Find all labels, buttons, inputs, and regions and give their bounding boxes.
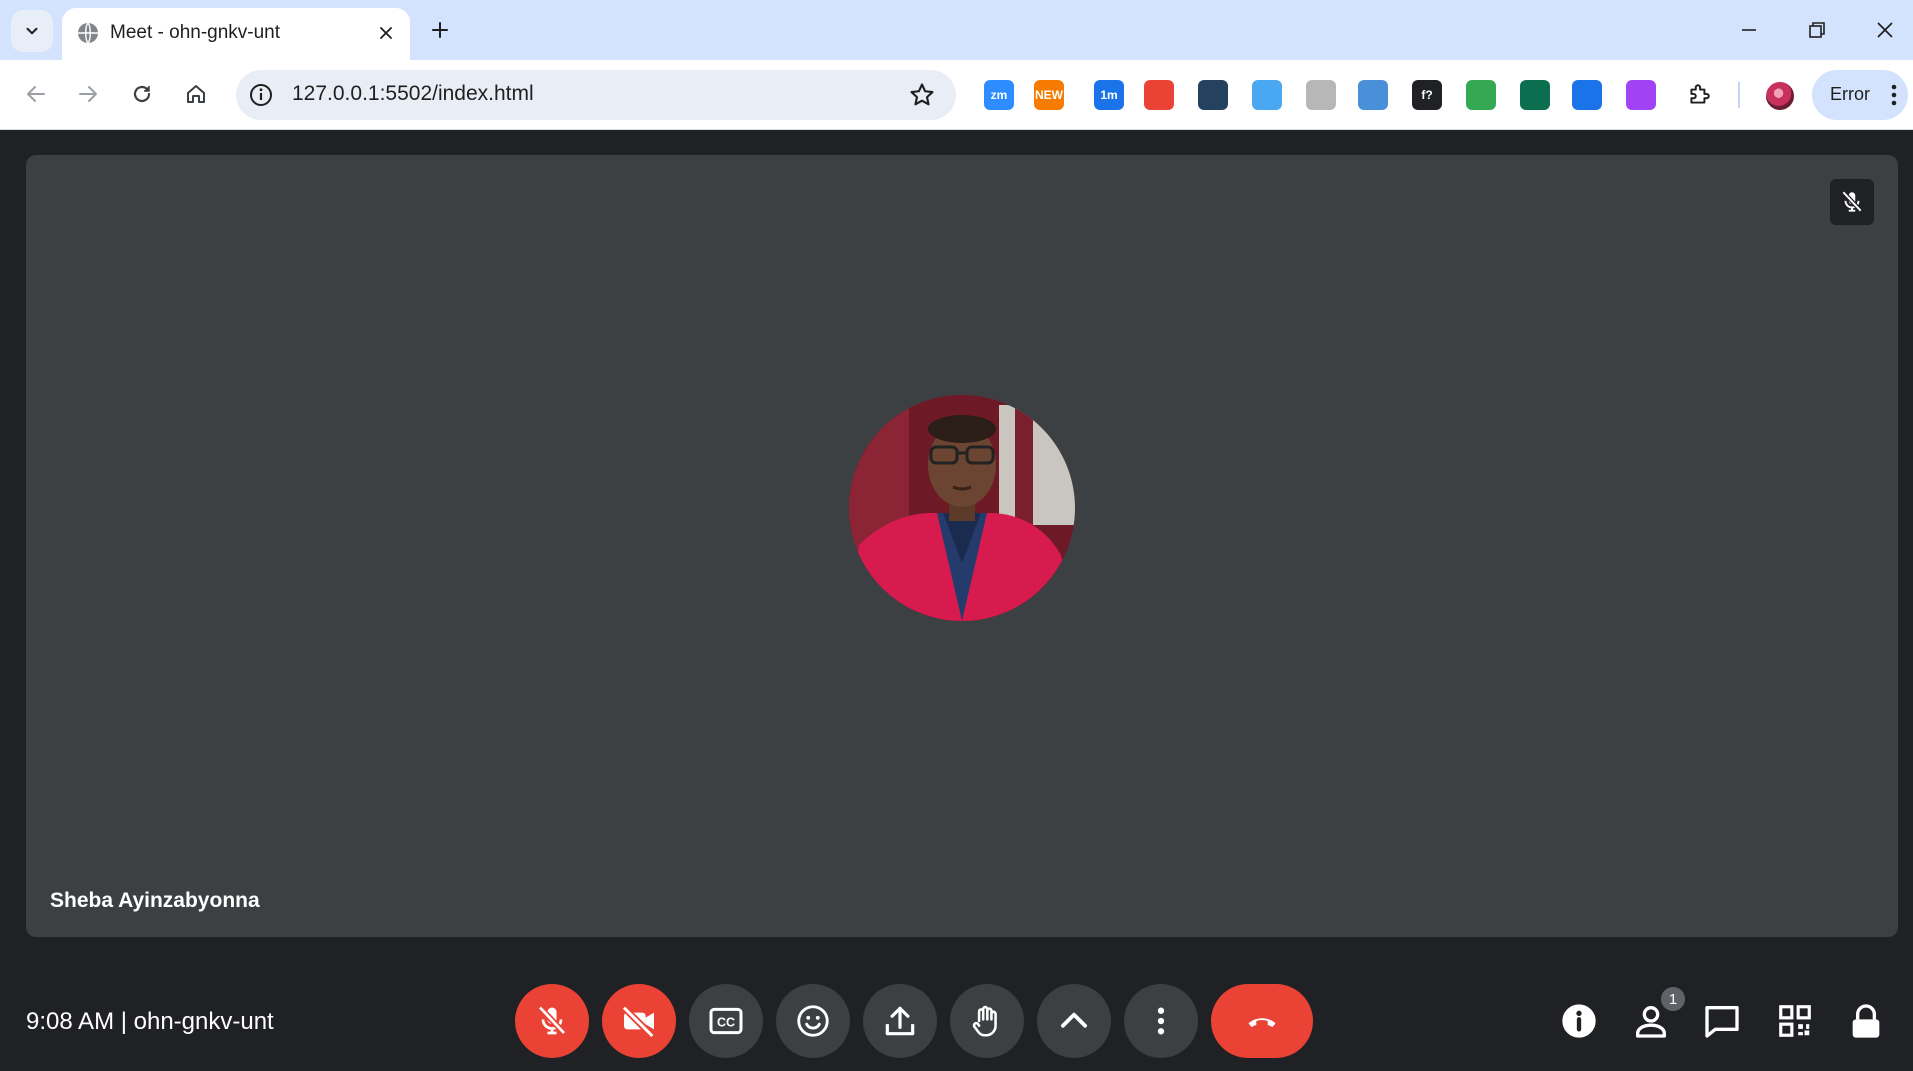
- address-bar[interactable]: 127.0.0.1:5502/index.html: [236, 70, 956, 120]
- extension-label: NEW: [1035, 88, 1063, 102]
- mic-off-icon: [1841, 190, 1863, 213]
- hand-icon: [972, 1005, 997, 1037]
- participant-name: Sheba Ayinzabyonna: [50, 889, 260, 912]
- pen-extension-icon[interactable]: [1572, 80, 1602, 110]
- browser-tabstrip: Meet - ohn-gnkv-unt: [0, 0, 1913, 60]
- record-extension-icon[interactable]: [1520, 80, 1550, 110]
- phone-extension-icon[interactable]: [1358, 80, 1388, 110]
- meeting-details-button[interactable]: [1556, 998, 1602, 1044]
- smiley-icon: [797, 1005, 829, 1037]
- home-icon: [187, 85, 205, 103]
- home-button[interactable]: [176, 74, 216, 114]
- meeting-time: 9:08 AM: [26, 1008, 115, 1035]
- browser-toolbar: 127.0.0.1:5502/index.html zm NEW 1m f? Erro…: [0, 60, 1913, 130]
- activities-button[interactable]: [1772, 998, 1818, 1044]
- toggle-mic-button[interactable]: [515, 984, 589, 1058]
- tile-mute-indicator: [1830, 179, 1874, 225]
- mic-off-icon: [537, 1005, 567, 1036]
- profile-error-label: Error: [1830, 84, 1870, 104]
- arrow-left-icon: [27, 86, 45, 102]
- new-badge-extension-icon[interactable]: NEW: [1034, 80, 1064, 110]
- closed-captions-icon: CC: [709, 1007, 743, 1035]
- info-icon: [1562, 1004, 1596, 1038]
- participant-avatar: [849, 395, 1075, 621]
- color-picker-extension-icon[interactable]: [1144, 80, 1174, 110]
- profile-error-chip[interactable]: Error: [1812, 70, 1908, 120]
- new-tab-button[interactable]: [424, 14, 456, 46]
- shield-extension-icon[interactable]: [1466, 80, 1496, 110]
- raise-hand-button[interactable]: [950, 984, 1024, 1058]
- meeting-details: 9:08 AM | ohn-gnkv-unt: [26, 1008, 274, 1036]
- chat-icon: [1705, 1006, 1739, 1038]
- close-window-button[interactable]: [1862, 10, 1908, 50]
- more-controls-expand-button[interactable]: [1037, 984, 1111, 1058]
- people-count-badge: 1: [1661, 987, 1685, 1011]
- reload-icon: [133, 85, 151, 103]
- browser-app-extension-icon[interactable]: [1198, 80, 1228, 110]
- participant-tile[interactable]: Sheba Ayinzabyonna: [26, 155, 1898, 937]
- extensions-menu-button[interactable]: [1684, 80, 1714, 110]
- glasses-extension-icon[interactable]: [1306, 80, 1336, 110]
- timer-extension-icon[interactable]: 1m: [1094, 80, 1124, 110]
- restore-button[interactable]: [1794, 10, 1840, 50]
- kebab-menu-icon[interactable]: [1890, 83, 1898, 107]
- gradient-extension-icon[interactable]: [1626, 80, 1656, 110]
- toggle-camera-button[interactable]: [602, 984, 676, 1058]
- chevron-up-icon: [1061, 1012, 1087, 1028]
- back-button[interactable]: [16, 74, 56, 114]
- meeting-separator: |: [120, 1008, 127, 1035]
- host-controls-button[interactable]: [1843, 998, 1889, 1044]
- extension-label: zm: [990, 88, 1008, 102]
- extension-label: f?: [1421, 88, 1433, 102]
- svg-text:CC: CC: [717, 1016, 735, 1030]
- zoom-extension-icon[interactable]: zm: [984, 80, 1014, 110]
- chevron-down-icon: [26, 27, 38, 35]
- camera-off-icon: [621, 1005, 655, 1039]
- plus-icon: [432, 22, 448, 38]
- puzzle-icon: [1690, 84, 1710, 104]
- minimize-icon: [1742, 29, 1756, 31]
- leave-call-button[interactable]: [1211, 984, 1313, 1058]
- browser-tab-active[interactable]: Meet - ohn-gnkv-unt: [62, 8, 410, 60]
- more-options-button[interactable]: [1124, 984, 1198, 1058]
- chat-button[interactable]: [1699, 998, 1745, 1044]
- reload-button[interactable]: [122, 74, 162, 114]
- globe-icon: [78, 22, 98, 44]
- upload-icon: [885, 1006, 915, 1036]
- toolbar-separator: [1738, 82, 1740, 108]
- captions-button[interactable]: CC: [689, 984, 763, 1058]
- meeting-code: ohn-gnkv-unt: [133, 1008, 274, 1035]
- lock-icon: [1852, 1004, 1880, 1038]
- url-text[interactable]: 127.0.0.1:5502/index.html: [292, 82, 534, 106]
- cat-extension-icon[interactable]: [1252, 80, 1282, 110]
- arrow-right-icon: [79, 86, 97, 102]
- restore-icon: [1809, 22, 1825, 38]
- meeting-stage: Sheba Ayinzabyonna 9:08 AM | ohn-gnkv-un…: [0, 130, 1913, 1071]
- font-extension-icon[interactable]: f?: [1412, 80, 1442, 110]
- kebab-menu-icon: [1157, 1007, 1165, 1035]
- minimize-button[interactable]: [1726, 10, 1772, 50]
- tab-close-button[interactable]: [374, 21, 398, 45]
- extension-label: 1m: [1100, 88, 1118, 102]
- tab-search-button[interactable]: [11, 10, 53, 52]
- forward-button[interactable]: [68, 74, 108, 114]
- profile-avatar[interactable]: [1764, 80, 1796, 112]
- info-icon[interactable]: [248, 82, 274, 108]
- star-icon[interactable]: [908, 81, 936, 109]
- close-icon: [1877, 22, 1893, 38]
- reactions-button[interactable]: [776, 984, 850, 1058]
- end-call-icon: [1248, 1018, 1276, 1027]
- tab-title: Meet - ohn-gnkv-unt: [110, 22, 281, 43]
- close-icon: [380, 27, 392, 39]
- present-screen-button[interactable]: [863, 984, 937, 1058]
- qr-code-icon: [1779, 1005, 1811, 1037]
